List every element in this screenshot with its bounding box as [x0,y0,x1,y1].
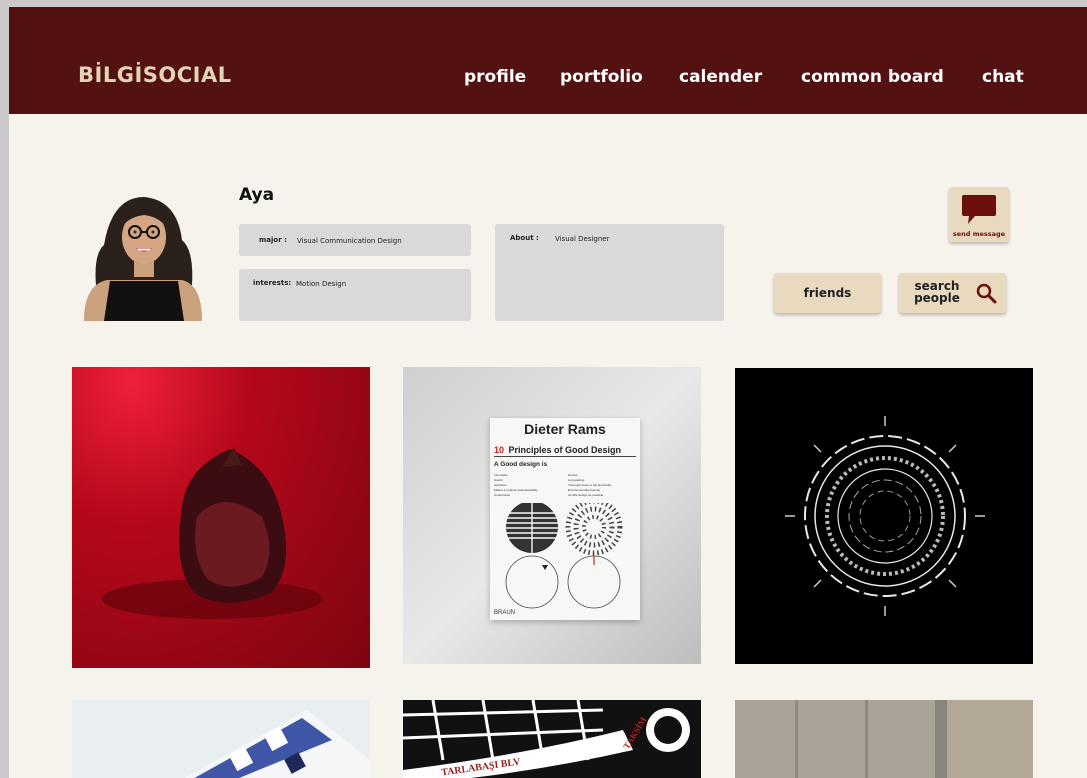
principle-10: As little design as possible [568,493,604,497]
search-people-line2: people [914,291,960,305]
about-label: About : [510,234,539,242]
gallery-item-blue-pattern[interactable] [72,700,370,778]
interests-label: interests: [253,279,292,287]
profile-name: Aya [239,185,275,205]
gallery-item-radial-cells[interactable] [735,368,1033,664]
poster-title: Dieter Rams [524,421,606,437]
cell-structure-image [785,416,985,616]
app-frame: BİLGİSOCIAL profile portfolio calender c… [9,7,1087,778]
major-value: Visual Communication Design [297,237,402,245]
nav-calender[interactable]: calender [679,67,762,87]
concrete-wall-image [735,700,1033,778]
blue-pattern-image [184,710,370,778]
gallery-item-concrete-wall[interactable] [735,700,1033,778]
poster-number: 10 [494,445,505,455]
gallery-item-dieter-rams-poster[interactable]: Dieter Rams 10 Principles of Good Design… [403,367,701,664]
poster-brand: BRAUN [494,610,516,616]
poster-graphics [504,503,623,609]
major-box: major : Visual Communication Design [239,224,471,256]
poster-heading: A Good design is [494,461,548,468]
search-icon [976,283,997,304]
interests-box: interests: Motion Design [239,269,471,321]
search-people-label: search people [911,280,963,304]
principle-5: Unobtrusive [494,493,511,497]
search-people-button[interactable]: search people [899,273,1006,313]
fig-photo [102,447,322,619]
major-label: major : [259,236,287,244]
nav-common-board[interactable]: common board [801,67,944,87]
poster: Dieter Rams 10 Principles of Good Design… [490,418,640,620]
interests-value: Motion Design [296,280,347,288]
gallery-item-fig[interactable] [72,367,370,668]
chat-bubble-icon [962,195,996,224]
about-value: Visual Designer [555,235,610,243]
brand-logo[interactable]: BİLGİSOCIAL [78,63,232,87]
poster-list-right: Honest Long-lasting Thorough down to the… [568,473,638,498]
send-message-button[interactable]: send message [949,187,1009,242]
friends-label: friends [803,286,852,300]
poster-subtitle: Principles of Good Design [508,445,621,455]
avatar [84,197,202,321]
nav-portfolio[interactable]: portfolio [560,67,643,87]
friends-button[interactable]: friends [774,273,881,313]
about-box: About : Visual Designer [495,224,724,321]
send-message-label: send message [952,230,1006,238]
poster-subtitle-row: 10 Principles of Good Design [494,440,636,457]
top-navigation-bar: BİLGİSOCIAL profile portfolio calender c… [9,7,1087,114]
poster-list-left: Innovative Useful Aesthetic Makes a prod… [494,473,566,498]
gallery-item-taksim-map[interactable]: TARLABAŞI BLV TAKSİM [403,700,701,778]
nav-chat[interactable]: chat [982,67,1024,87]
nav-profile[interactable]: profile [464,67,526,87]
